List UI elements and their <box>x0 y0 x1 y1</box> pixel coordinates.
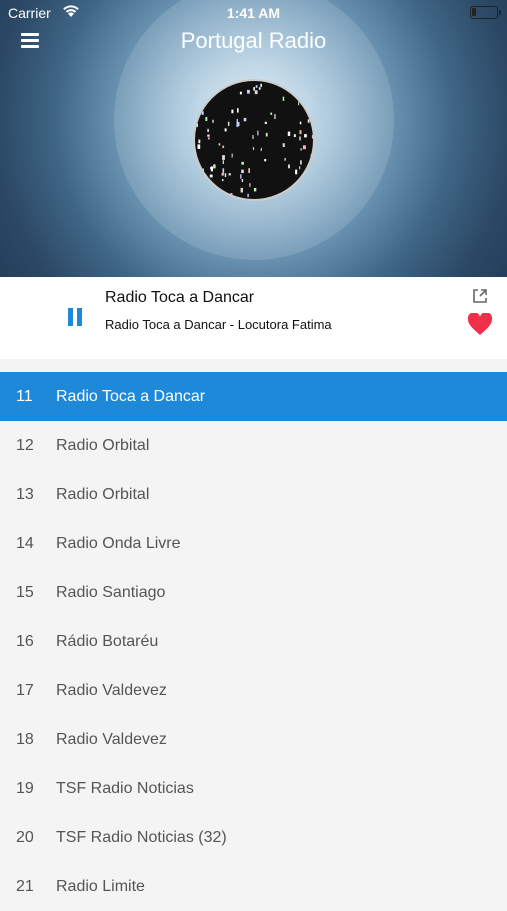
station-name: Radio Valdevez <box>56 730 167 748</box>
status-time: 1:41 AM <box>226 5 281 21</box>
station-row[interactable]: 19 TSF Radio Noticias <box>0 764 507 813</box>
station-number: 20 <box>16 828 34 846</box>
app-title: Portugal Radio <box>180 28 327 53</box>
station-row[interactable]: 16 Rádio Botaréu <box>0 617 507 666</box>
header: Carrier 1:41 AM Portugal Radio <box>0 0 507 277</box>
battery-icon <box>470 6 501 19</box>
share-icon[interactable] <box>471 287 489 305</box>
station-row[interactable]: 20 TSF Radio Noticias (32) <box>0 813 507 862</box>
station-row[interactable]: 17 Radio Valdevez <box>0 666 507 715</box>
favorite-heart-icon[interactable] <box>467 312 493 337</box>
station-row[interactable]: 11 Radio Toca a Dancar <box>0 372 507 421</box>
station-row[interactable]: 15 Radio Santiago <box>0 568 507 617</box>
station-row[interactable]: 14 Radio Onda Livre <box>0 519 507 568</box>
station-name: Radio Toca a Dancar <box>56 387 206 405</box>
station-name: TSF Radio Noticias (32) <box>56 828 227 846</box>
station-name: Radio Onda Livre <box>56 534 181 552</box>
station-number: 16 <box>16 632 34 650</box>
station-name: Radio Valdevez <box>56 681 167 699</box>
station-number: 15 <box>16 583 34 601</box>
station-artwork <box>193 79 315 201</box>
station-name: TSF Radio Noticias <box>56 779 194 797</box>
station-number: 17 <box>16 681 34 699</box>
now-playing-station: Radio Toca a Dancar <box>105 289 255 306</box>
station-name: Rádio Botaréu <box>56 632 159 650</box>
station-name: Radio Santiago <box>56 583 166 601</box>
station-row[interactable]: 12 Radio Orbital <box>0 421 507 470</box>
pause-icon[interactable] <box>66 308 84 328</box>
now-playing-track: Radio Toca a Dancar - Locutora Fatima <box>105 317 332 332</box>
status-bar: Carrier 1:41 AM <box>0 0 507 26</box>
station-number: 12 <box>16 436 34 454</box>
station-number: 21 <box>16 877 34 895</box>
station-number: 18 <box>16 730 34 748</box>
station-name: Radio Orbital <box>56 436 150 454</box>
station-number: 19 <box>16 779 34 797</box>
station-number: 11 <box>16 387 33 405</box>
station-list: 11 Radio Toca a Dancar 12 Radio Orbital 13 Ra… <box>0 372 507 911</box>
station-name: Radio Limite <box>56 877 145 895</box>
station-row[interactable]: 18 Radio Valdevez <box>0 715 507 764</box>
station-row[interactable]: 21 Radio Limite <box>0 862 507 911</box>
station-name: Radio Orbital <box>56 485 150 503</box>
station-number: 13 <box>16 485 34 503</box>
station-row[interactable]: 13 Radio Orbital <box>0 470 507 519</box>
station-number: 14 <box>16 534 34 552</box>
